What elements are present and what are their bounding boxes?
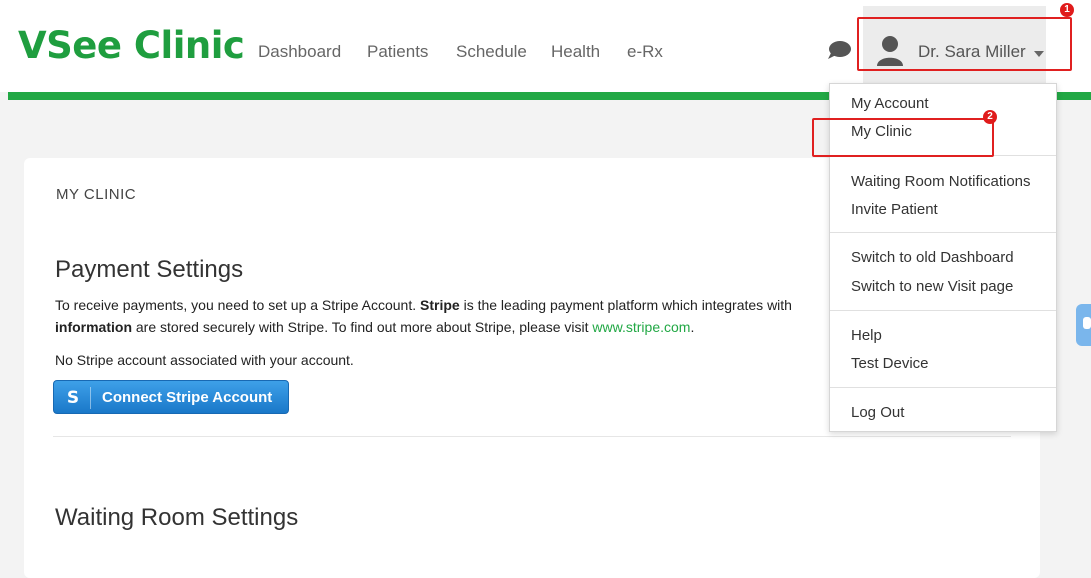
nav-health[interactable]: Health — [551, 42, 600, 62]
payment-settings-title: Payment Settings — [55, 256, 244, 283]
menu-divider — [830, 232, 1056, 233]
payment-description-line1: To receive payments, you need to set up … — [55, 297, 792, 313]
nav-erx[interactable]: e-Rx — [627, 42, 663, 62]
menu-divider — [830, 310, 1056, 311]
annotation-box-user-menu — [857, 17, 1072, 71]
text: is the leading payment platform which in… — [459, 297, 792, 313]
annotation-box-my-clinic — [812, 118, 994, 157]
menu-item-log-out[interactable]: Log Out — [851, 404, 904, 421]
stripe-logo-icon: S — [66, 388, 80, 408]
menu-item-my-account[interactable]: My Account — [851, 95, 929, 112]
waiting-room-settings-title: Waiting Room Settings — [55, 504, 299, 531]
text: are stored securely with Stripe. To find… — [132, 319, 593, 335]
stripe-link[interactable]: www.stripe.com — [592, 319, 690, 335]
nav-dashboard[interactable]: Dashboard — [258, 42, 341, 62]
menu-item-test-device[interactable]: Test Device — [851, 355, 929, 372]
menu-item-switch-old-dashboard[interactable]: Switch to old Dashboard — [851, 249, 1014, 266]
text-bold: information — [55, 319, 132, 335]
menu-item-waiting-room-notifications[interactable]: Waiting Room Notifications — [851, 173, 1031, 190]
text: To receive payments, you need to set up … — [55, 297, 420, 313]
feedback-tab-glyph — [1083, 317, 1091, 329]
menu-divider — [830, 387, 1056, 388]
no-stripe-account-text: No Stripe account associated with your a… — [55, 352, 354, 368]
connect-stripe-label: Connect Stripe Account — [102, 389, 273, 406]
menu-item-help[interactable]: Help — [851, 327, 882, 344]
annotation-badge-1: 1 — [1060, 3, 1074, 17]
section-label: MY CLINIC — [56, 186, 137, 203]
menu-item-switch-new-visit[interactable]: Switch to new Visit page — [851, 278, 1013, 295]
text-bold: Stripe — [420, 297, 460, 313]
clinic-logo[interactable]: VSee Clinic — [18, 24, 245, 67]
payment-description-line2: information are stored securely with Str… — [55, 319, 694, 335]
nav-schedule[interactable]: Schedule — [456, 42, 527, 62]
chat-bubble-icon[interactable] — [826, 39, 852, 61]
menu-item-invite-patient[interactable]: Invite Patient — [851, 201, 938, 218]
connect-stripe-button[interactable]: S Connect Stripe Account — [53, 380, 289, 414]
annotation-badge-2: 2 — [983, 110, 997, 124]
text: . — [690, 319, 695, 335]
nav-patients[interactable]: Patients — [367, 42, 428, 62]
button-separator — [90, 387, 91, 409]
section-divider — [53, 436, 1011, 437]
